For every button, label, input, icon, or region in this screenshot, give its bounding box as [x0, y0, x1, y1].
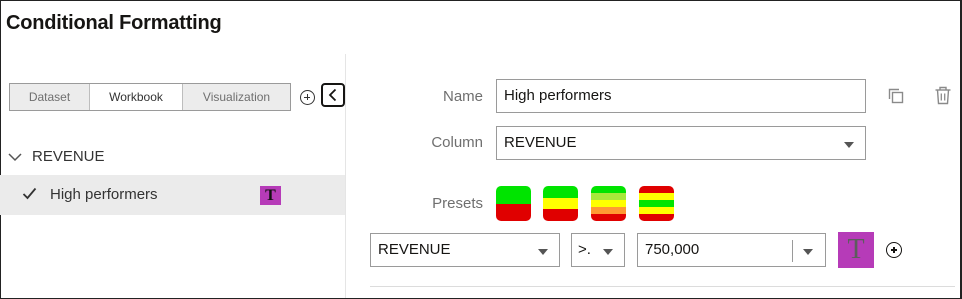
name-label: Name [442, 88, 483, 105]
column-label: Column [431, 134, 483, 151]
chevron-down-icon [603, 249, 613, 255]
condition-divider [370, 286, 955, 287]
preset-color-band [543, 186, 578, 198]
text-format-icon: T [847, 234, 865, 265]
preset-color-band [591, 200, 626, 207]
preset-color-band [639, 207, 674, 214]
chevron-down-icon [538, 249, 548, 255]
scope-tabs: Dataset Workbook Visualization [9, 83, 291, 111]
tab-visualization[interactable]: Visualization [183, 84, 290, 110]
dialog-title: Conditional Formatting [6, 12, 222, 34]
preset-swatch[interactable] [496, 186, 531, 221]
preset-color-band [639, 186, 674, 193]
format-style-button[interactable]: T [838, 232, 874, 268]
preset-color-band [639, 200, 674, 207]
tab-dataset[interactable]: Dataset [10, 84, 90, 110]
preset-color-band [591, 207, 626, 214]
trash-icon[interactable] [934, 86, 952, 105]
chevron-left-icon [328, 88, 337, 102]
panel-divider [345, 54, 346, 298]
preset-color-band [543, 197, 578, 210]
rule-format-swatch: T [260, 186, 281, 205]
condition-column-select[interactable]: REVENUE [370, 233, 560, 267]
column-select-value: REVENUE [504, 134, 577, 151]
preset-swatch[interactable] [591, 186, 626, 221]
preset-color-band [639, 214, 674, 221]
add-rule-plus-circle-icon[interactable] [300, 90, 315, 105]
column-select[interactable]: REVENUE [496, 126, 866, 160]
preset-color-band [591, 214, 626, 221]
condition-operator-value: >. [578, 241, 591, 258]
preset-color-band [639, 193, 674, 200]
condition-column-value: REVENUE [378, 241, 451, 258]
condition-value-combobox[interactable]: 750,000 [637, 233, 826, 267]
preset-color-band [496, 203, 531, 221]
chevron-down-icon [8, 152, 22, 161]
check-icon[interactable] [22, 187, 37, 200]
name-input[interactable]: High performers [496, 79, 866, 113]
combobox-separator [792, 240, 793, 262]
condition-value: 750,000 [645, 241, 700, 258]
chevron-down-icon [803, 249, 813, 255]
presets-label: Presets [432, 195, 483, 212]
tab-workbook[interactable]: Workbook [90, 84, 183, 110]
rule-name: High performers [50, 186, 158, 203]
preset-swatch[interactable] [543, 186, 578, 221]
preset-color-band [496, 186, 531, 204]
preset-color-band [543, 209, 578, 221]
copy-icon[interactable] [887, 87, 905, 105]
collapse-panel-button[interactable] [321, 83, 345, 107]
rule-group-label: REVENUE [32, 148, 105, 165]
preset-color-band [591, 186, 626, 193]
condition-operator-select[interactable]: >. [571, 233, 625, 267]
rule-group-revenue[interactable]: REVENUE [8, 148, 105, 165]
add-condition-plus-circle-icon[interactable] [886, 242, 902, 258]
preset-swatch[interactable] [639, 186, 674, 221]
preset-color-band [591, 193, 626, 200]
rule-row-high-performers[interactable]: High performers T [0, 175, 345, 215]
chevron-down-icon [844, 142, 854, 148]
